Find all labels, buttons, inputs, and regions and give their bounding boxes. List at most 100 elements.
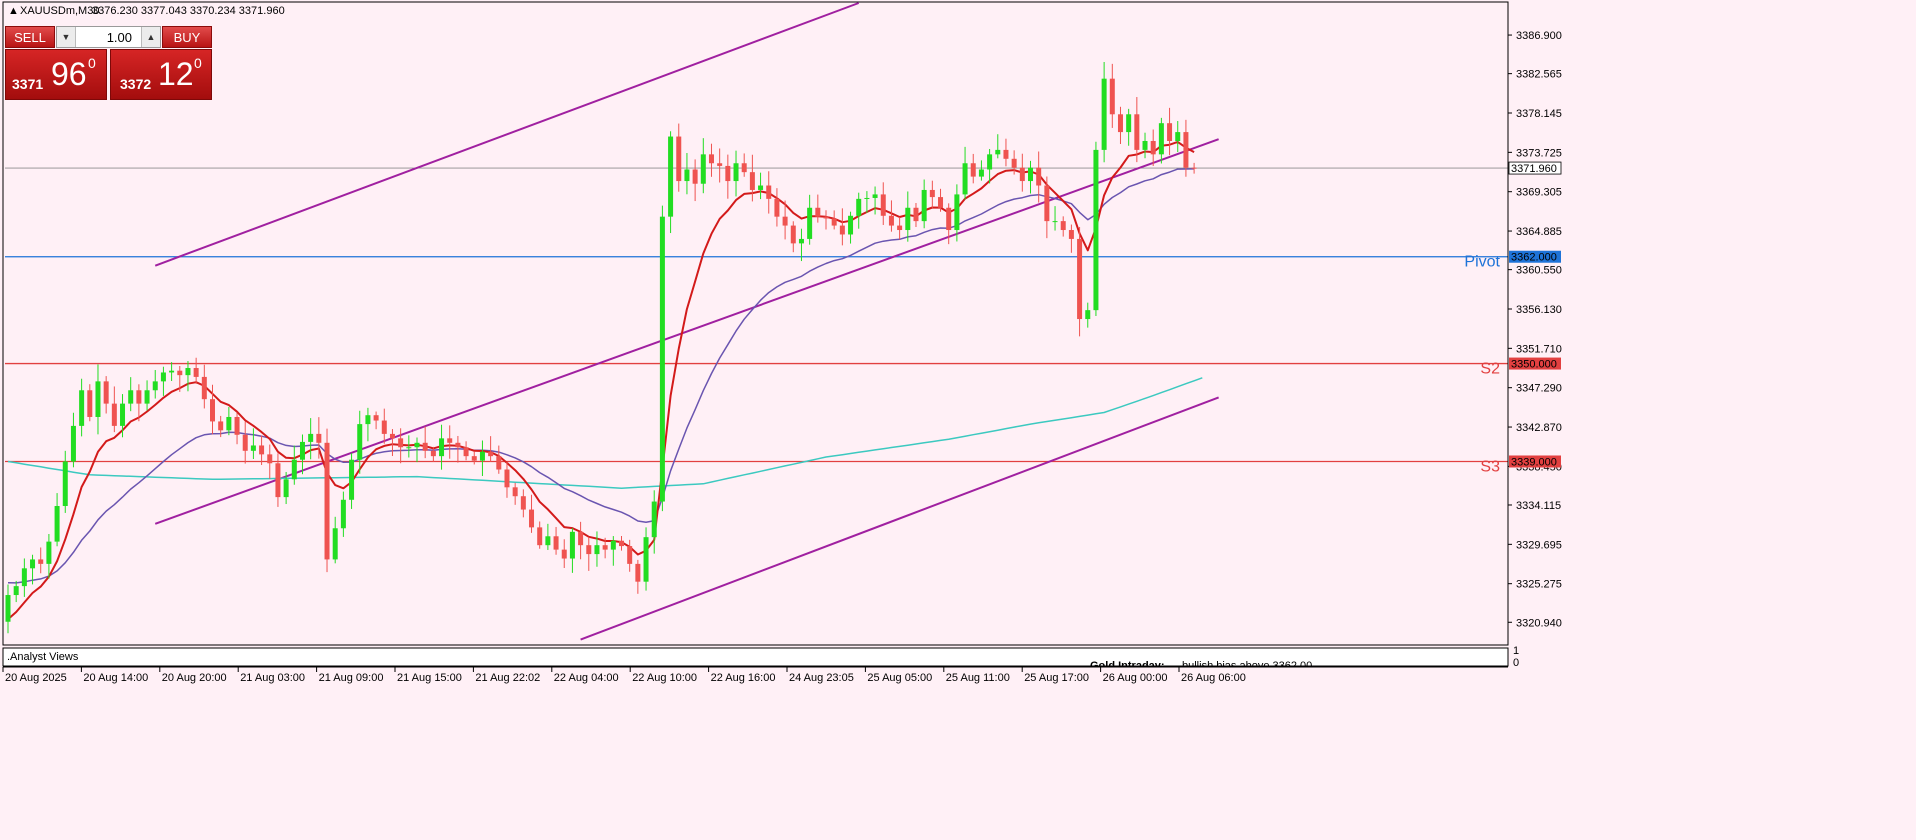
price-tick-label: 3325.275 xyxy=(1516,579,1562,591)
candle xyxy=(545,523,551,550)
candle-body xyxy=(758,185,764,190)
candle xyxy=(62,450,68,513)
time-tick-label: 22 Aug 04:00 xyxy=(554,672,619,684)
time-tick-label: 22 Aug 10:00 xyxy=(632,672,697,684)
volume-increase-icon[interactable]: ▲ xyxy=(141,27,160,47)
candle-body xyxy=(880,194,886,216)
candle xyxy=(586,536,592,571)
ask-price-button[interactable]: 3372 12 0 xyxy=(110,49,212,100)
candle-body xyxy=(1101,78,1107,150)
candle-body xyxy=(1036,167,1042,186)
candle-body xyxy=(226,416,232,431)
candle-body xyxy=(463,447,469,457)
candle xyxy=(913,202,919,228)
time-axis-bg xyxy=(0,667,1916,840)
candle-body xyxy=(144,390,150,404)
candle-body xyxy=(275,463,281,498)
candle xyxy=(897,217,903,240)
candle xyxy=(308,418,314,460)
candle-body xyxy=(529,509,535,528)
candle-body xyxy=(561,549,567,559)
candle-body xyxy=(749,172,755,190)
candle xyxy=(684,153,690,195)
channel-line-lower[interactable] xyxy=(580,396,1219,641)
candle-body xyxy=(471,456,477,461)
candle-body xyxy=(1085,310,1091,320)
channel-line-upper[interactable] xyxy=(154,2,860,267)
candle-body xyxy=(635,563,641,582)
price-tick-label: 3342.870 xyxy=(1516,422,1562,434)
candle-body xyxy=(578,531,584,546)
subwindow-title: .Analyst Views xyxy=(7,651,79,663)
candle-body xyxy=(1003,149,1009,159)
price-tick-label: 3364.885 xyxy=(1516,226,1562,238)
candle-body xyxy=(807,207,813,239)
volume-box: ▼ ▲ xyxy=(56,26,161,48)
candle-body xyxy=(5,595,11,622)
candle xyxy=(13,580,19,603)
candle xyxy=(1175,121,1181,153)
candle-body xyxy=(1093,149,1099,311)
candle-body xyxy=(766,185,772,199)
candle xyxy=(185,361,191,392)
candle xyxy=(250,428,256,459)
candle-body xyxy=(872,194,878,198)
candle xyxy=(856,192,862,229)
candle xyxy=(1085,302,1091,328)
candle xyxy=(70,412,76,468)
candle-body xyxy=(659,216,665,502)
candle xyxy=(479,440,485,476)
candle xyxy=(758,172,764,200)
candle-body xyxy=(725,165,731,182)
candle-body xyxy=(733,163,739,182)
candle-body xyxy=(324,442,330,560)
trend-channel[interactable] xyxy=(154,2,1219,641)
candle-body xyxy=(291,459,297,480)
candle-body xyxy=(651,501,657,538)
candle-body xyxy=(970,163,976,177)
candle xyxy=(872,186,878,215)
candle-body xyxy=(610,540,616,550)
time-tick-label: 26 Aug 06:00 xyxy=(1181,672,1246,684)
volume-input[interactable] xyxy=(77,27,140,47)
volume-decrease-icon[interactable]: ▼ xyxy=(57,27,76,47)
candle-body xyxy=(897,225,903,231)
candle xyxy=(921,179,927,229)
candle-body xyxy=(316,433,322,443)
buy-button[interactable]: BUY xyxy=(162,26,212,48)
candle xyxy=(815,194,821,223)
candle xyxy=(226,407,232,436)
price-axis[interactable]: 3386.900 3382.565 3378.145 3373.725 3369.305… xyxy=(1507,3,1562,644)
candle-body xyxy=(267,454,273,464)
candle xyxy=(87,384,93,422)
candle xyxy=(373,411,379,430)
candle-body xyxy=(242,434,248,451)
candle xyxy=(643,527,649,591)
candle xyxy=(488,436,494,462)
candle-body xyxy=(496,456,502,470)
candle xyxy=(1028,160,1033,194)
level-price-label: 3362.000 xyxy=(1511,252,1557,264)
candle xyxy=(692,159,698,202)
candle xyxy=(635,559,641,594)
time-tick-label: 25 Aug 05:00 xyxy=(867,672,932,684)
candle-body xyxy=(1077,238,1083,320)
candle xyxy=(340,491,346,537)
candle xyxy=(700,138,706,194)
time-tick-label: 20 Aug 20:00 xyxy=(162,672,227,684)
symbol-arrow-icon[interactable]: ▲ xyxy=(8,5,19,17)
candle-body xyxy=(1126,114,1132,133)
candle-body xyxy=(422,442,428,451)
candle xyxy=(332,516,338,564)
bid-price-fraction: 0 xyxy=(88,55,96,71)
price-tick-label: 3334.115 xyxy=(1516,500,1561,512)
chart-canvas[interactable]: ▲ XAUUSDm,M30 3376.230 3377.043 3370.234… xyxy=(0,0,1916,840)
sell-button[interactable]: SELL xyxy=(5,26,55,48)
candle-body xyxy=(782,216,788,226)
candle-body xyxy=(1011,158,1017,168)
ask-price-prefix: 3372 xyxy=(120,76,152,92)
bid-price-button[interactable]: 3371 96 0 xyxy=(5,49,107,100)
candle xyxy=(905,191,911,242)
candle-body xyxy=(708,154,714,164)
candle xyxy=(504,461,510,498)
